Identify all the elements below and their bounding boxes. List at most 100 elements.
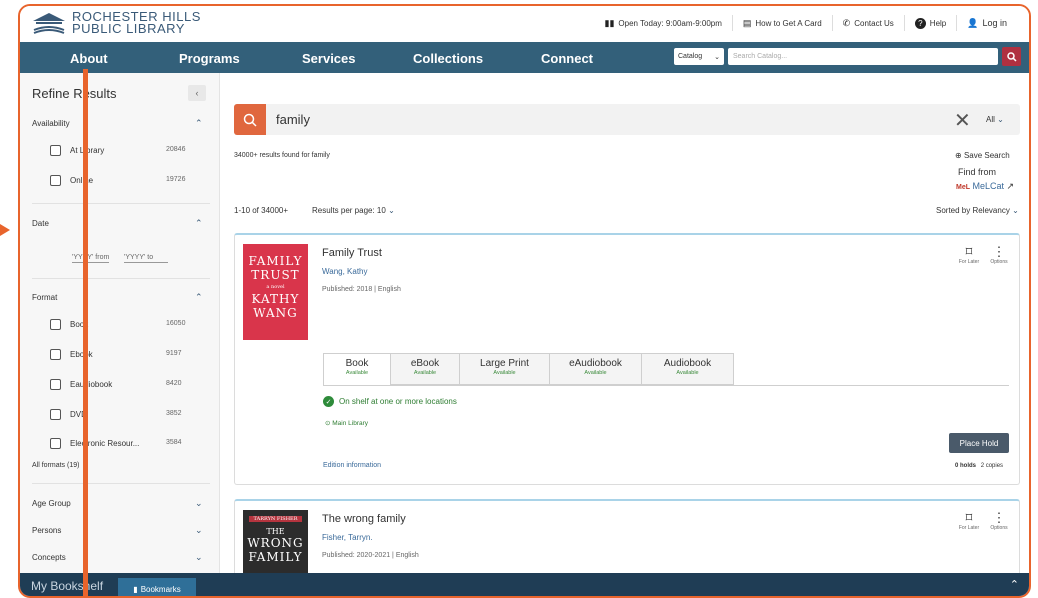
cover-text: TRUST — [251, 268, 300, 282]
contact-link[interactable]: ✆ Contact Us — [831, 15, 904, 31]
nav-item-programs[interactable]: Programs — [179, 51, 240, 66]
login-label: Log in — [982, 18, 1007, 28]
place-hold-button[interactable]: Place Hold — [949, 433, 1009, 453]
chevron-up-icon[interactable]: ⌃ — [195, 118, 203, 129]
result-title[interactable]: Family Trust — [322, 247, 382, 259]
availability-status: ✓ On shelf at one or more locations — [323, 396, 457, 407]
results-count: 34000+ results found for family — [234, 152, 330, 159]
checkbox[interactable] — [50, 145, 61, 156]
format-tab-eaudiobook[interactable]: eAudiobook Available — [550, 353, 642, 385]
get-card-link[interactable]: ▤ How to Get A Card — [731, 15, 832, 31]
facet-age-group-heading[interactable]: Age Group — [32, 499, 71, 508]
for-later-label: For Later — [958, 525, 980, 531]
user-icon: 👤 — [967, 17, 979, 28]
checkbox[interactable] — [50, 319, 61, 330]
checkbox[interactable] — [50, 409, 61, 420]
cover-text: KATHY — [251, 292, 300, 306]
bookshelf-bar: My Bookshelf ▮ Bookmarks ⌃ — [20, 573, 1029, 596]
chevron-down-icon[interactable]: ⌄ — [195, 552, 203, 563]
catalog-select[interactable]: Catalog ⌄ — [674, 48, 724, 65]
facet-format-heading[interactable]: Format — [32, 293, 57, 302]
format-tab-large-print[interactable]: Large Print Available — [460, 353, 550, 385]
for-later-button[interactable]: ⌑ For Later — [957, 511, 981, 532]
per-page-label: Results per page: 10 — [312, 206, 386, 215]
close-icon[interactable]: ✕ — [954, 108, 971, 133]
chevron-up-icon[interactable]: ⌃ — [1010, 578, 1019, 591]
facet-option[interactable]: Book 16050 — [50, 318, 210, 332]
collapse-sidebar-button[interactable]: ‹ — [188, 85, 206, 101]
save-search-link[interactable]: ⊕ Save Search — [955, 151, 1010, 160]
checkbox[interactable] — [50, 175, 61, 186]
nav-item-connect[interactable]: Connect — [541, 51, 593, 66]
catalog-search-button[interactable] — [1002, 47, 1021, 66]
format-tabs: Book Available eBook Available Large Pri… — [323, 353, 734, 385]
result-title[interactable]: The wrong family — [322, 513, 406, 525]
checkbox[interactable] — [50, 438, 61, 449]
options-button[interactable]: ⋮ Options — [987, 245, 1011, 266]
date-to-input[interactable]: 'YYYY' to — [124, 254, 168, 263]
melcat-logo-icon: MeL — [956, 184, 970, 191]
format-tab-book[interactable]: Book Available — [323, 353, 391, 385]
chevron-down-icon[interactable]: ⌄ — [195, 498, 203, 509]
format-tab-ebook[interactable]: eBook Available — [391, 353, 460, 385]
facet-option[interactable]: Ebook 9197 — [50, 348, 210, 362]
nav-item-collections[interactable]: Collections — [413, 51, 483, 66]
facet-option-label: Eaudiobook — [70, 380, 113, 389]
melcat-link[interactable]: MeL MeLCat ↗ — [956, 181, 1014, 192]
facet-option[interactable]: Eaudiobook 8420 — [50, 378, 210, 392]
format-tab-status: Available — [413, 370, 437, 376]
app-frame: ROCHESTER HILLS PUBLIC LIBRARY ▮▮ Open T… — [18, 4, 1031, 598]
facet-option[interactable]: Online 19726 — [50, 174, 210, 188]
results-search-button[interactable] — [234, 104, 266, 135]
main-nav: About Programs Services Collections Conn… — [20, 42, 1029, 73]
chevron-up-icon[interactable]: ⌃ — [195, 292, 203, 303]
for-later-button[interactable]: ⌑ For Later — [957, 245, 981, 266]
login-link[interactable]: 👤 Log in — [956, 15, 1017, 31]
all-formats-link[interactable]: All formats (19) — [32, 462, 79, 469]
nav-item-services[interactable]: Services — [302, 51, 356, 66]
date-from-input[interactable]: 'YYYY' from — [72, 254, 110, 263]
open-hours-link[interactable]: ▮▮ Open Today: 9:00am-9:00pm — [595, 15, 732, 31]
help-icon: ? — [914, 17, 926, 29]
facet-option[interactable]: Electronic Resour... 3584 — [50, 437, 210, 451]
nav-item-about[interactable]: About — [70, 51, 108, 66]
facet-option[interactable]: DVD 3852 — [50, 408, 210, 422]
branch-link[interactable]: ⊙ Main Library — [325, 419, 368, 427]
facet-option[interactable]: At Library 20846 — [50, 144, 210, 158]
scope-select[interactable]: All ⌄ — [986, 115, 1004, 124]
checkbox[interactable] — [50, 349, 61, 360]
book-cover[interactable]: FAMILY TRUST a novel KATHY WANG — [243, 244, 308, 340]
facet-persons-heading[interactable]: Persons — [32, 526, 61, 535]
result-author[interactable]: Wang, Kathy — [322, 267, 368, 276]
cover-text: FAMILY — [248, 254, 303, 268]
check-circle-icon: ⊙ — [325, 420, 331, 427]
divider — [32, 203, 210, 204]
edition-info-link[interactable]: Edition information — [323, 462, 381, 469]
result-author[interactable]: Fisher, Tarryn. — [322, 533, 373, 542]
divider — [32, 278, 210, 279]
facet-date-heading[interactable]: Date — [32, 219, 49, 228]
results-search-box[interactable]: family ✕ All ⌄ — [234, 104, 1020, 135]
save-search-label: Save Search — [963, 151, 1010, 160]
per-page-select[interactable]: Results per page: 10 ⌄ — [312, 206, 395, 215]
chevron-down-icon[interactable]: ⌄ — [195, 525, 203, 536]
facet-concepts-heading[interactable]: Concepts — [32, 553, 66, 562]
facet-option-count: 16050 — [166, 320, 186, 327]
help-link[interactable]: ? Help — [903, 15, 956, 31]
bookmarks-tab[interactable]: ▮ Bookmarks — [118, 578, 196, 596]
results-search-input[interactable]: family — [276, 112, 310, 127]
divider — [32, 483, 210, 484]
options-button[interactable]: ⋮ Options — [987, 511, 1011, 532]
catalog-search-placeholder: Search Catalog... — [733, 53, 788, 60]
library-logo[interactable]: ROCHESTER HILLS PUBLIC LIBRARY — [32, 10, 201, 35]
sort-select[interactable]: Sorted by Relevancy ⌄ — [936, 206, 1019, 215]
catalog-search-input[interactable]: Search Catalog... — [728, 48, 998, 65]
contact-label: Contact Us — [854, 18, 894, 28]
cover-text: WANG — [253, 306, 298, 320]
format-tab-audiobook[interactable]: Audiobook Available — [642, 353, 734, 385]
chevron-up-icon[interactable]: ⌃ — [195, 218, 203, 229]
facet-availability-heading[interactable]: Availability — [32, 119, 70, 128]
format-tab-status: Available — [345, 370, 369, 376]
bookshelf-title[interactable]: My Bookshelf — [31, 579, 103, 593]
checkbox[interactable] — [50, 379, 61, 390]
